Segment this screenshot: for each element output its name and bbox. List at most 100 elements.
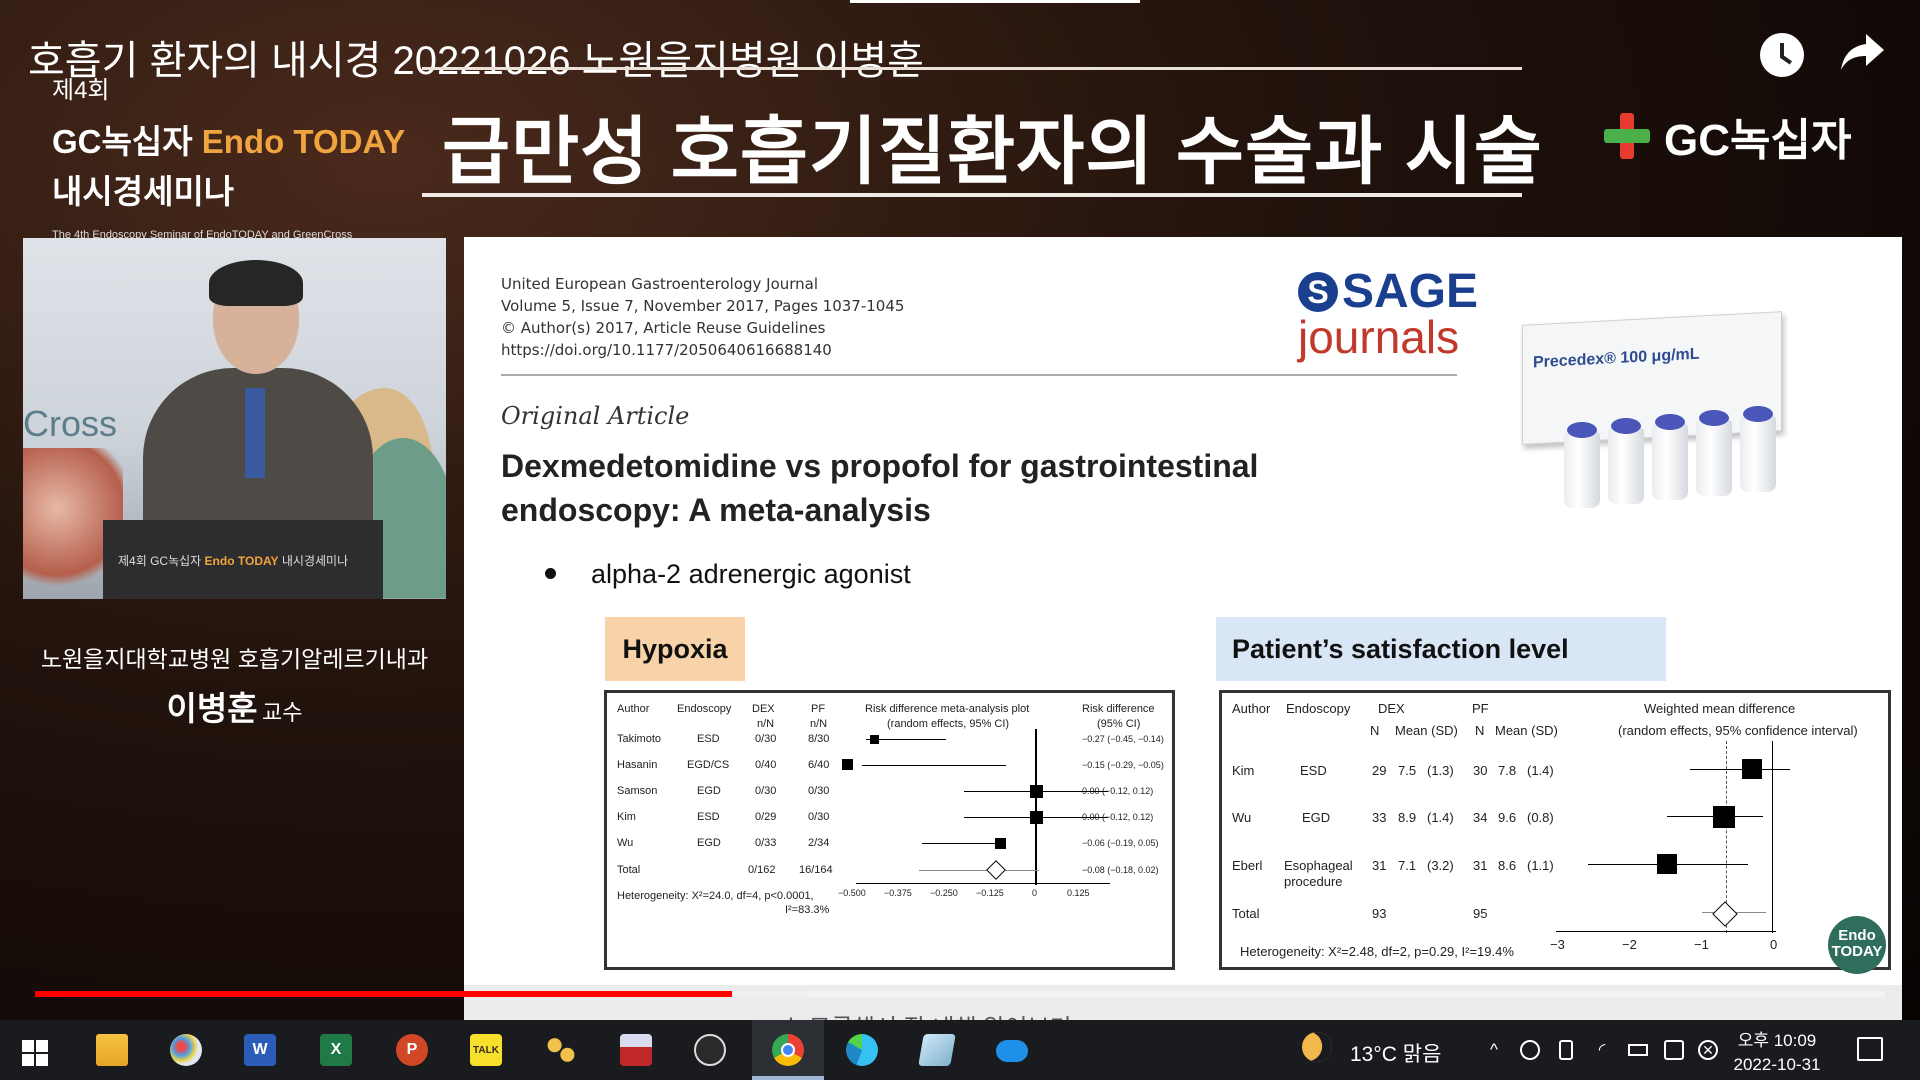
speaker-tie: [245, 388, 265, 478]
hypoxia-forest-plot: Author Endoscopy DEX n/N PF n/N Risk dif…: [604, 690, 1175, 970]
bullet-dot-icon: [545, 568, 556, 579]
point-marker: [870, 735, 879, 744]
battery-icon[interactable]: [1628, 1044, 1648, 1056]
onedrive-cloud-icon[interactable]: [996, 1040, 1028, 1062]
paint-icon[interactable]: [170, 1034, 202, 1066]
obs-icon[interactable]: [694, 1034, 726, 1066]
article-title-line: Dexmedetomidine vs propofol for gastroin…: [501, 448, 1259, 484]
chevron-up-icon[interactable]: ^: [1484, 1040, 1504, 1060]
header-pf-sub: n/N: [810, 718, 828, 730]
ci-line: [1690, 769, 1790, 770]
record-icon[interactable]: [1520, 1040, 1540, 1060]
excel-icon[interactable]: X: [320, 1034, 352, 1066]
total-pf: 16/164: [799, 864, 833, 876]
podium-brand: Endo TODAY: [204, 554, 279, 568]
ci-line: [919, 870, 1039, 871]
banner-rule-bottom: [422, 193, 1522, 197]
zero-line: [1772, 741, 1773, 933]
header-pf: PF: [811, 703, 826, 715]
powerpoint-icon[interactable]: P: [396, 1034, 428, 1066]
badge-line: Endo: [1838, 927, 1876, 944]
row-pf: 0/30: [808, 785, 830, 797]
row-pf-n: 30: [1473, 763, 1488, 778]
seminar-name-prefix: GC녹십자: [52, 123, 202, 160]
axis-tick: 0.125: [1067, 888, 1090, 898]
weather-temp: 13°C: [1350, 1043, 1397, 1066]
weather-text[interactable]: 13°C 맑음: [1350, 1038, 1441, 1068]
sponsor-name: GC녹십자: [1664, 116, 1852, 165]
notification-icon[interactable]: [1857, 1037, 1883, 1061]
header-dex: DEX: [752, 703, 775, 715]
row-dex: 0/30: [755, 733, 777, 745]
vial-image: [1608, 418, 1644, 504]
close-circle-icon[interactable]: ✕: [1698, 1040, 1718, 1060]
row-endoscopy: ESD: [697, 811, 720, 823]
header-rd-sub: (95% CI): [1097, 718, 1141, 730]
row-pf: 2/34: [808, 837, 830, 849]
vial-image: [1652, 414, 1688, 500]
header-rd: Risk difference: [1082, 703, 1155, 715]
row-pf-sd: (1.1): [1527, 858, 1554, 873]
row-author: Hasanin: [617, 759, 658, 771]
row-dex-sd: (3.2): [1427, 858, 1454, 873]
article-title: Dexmedetomidine vs propofol for gastroin…: [501, 444, 1401, 532]
header-plot: Risk difference meta-analysis plot: [865, 703, 1030, 715]
notepad-icon[interactable]: [918, 1034, 956, 1066]
axis-tick: 0: [1770, 937, 1778, 952]
file-explorer-icon[interactable]: [96, 1034, 128, 1066]
played-progress[interactable]: [35, 991, 733, 997]
sponsor-logo: GC녹십자: [1604, 104, 1851, 168]
article-title-line: endoscopy: A meta-analysis: [501, 492, 931, 528]
sage-journals-logo: S SAGE journals: [1298, 268, 1478, 360]
row-pf-mean: 8.6: [1498, 858, 1517, 873]
word-icon[interactable]: W: [244, 1034, 276, 1066]
article-type: Original Article: [501, 402, 690, 430]
heterogeneity: Heterogeneity: X²=2.48, df=2, p=0.29, I²…: [1240, 944, 1514, 959]
row-pf-sd: (1.4): [1527, 763, 1554, 778]
total-pf-n: 95: [1473, 906, 1488, 921]
wifi-icon[interactable]: ◜: [1592, 1040, 1612, 1060]
row-pf: 0/30: [808, 811, 830, 823]
edge-icon[interactable]: [846, 1034, 878, 1066]
row-dex: 0/33: [755, 837, 777, 849]
ci-line: [862, 765, 1006, 766]
chrome-icon[interactable]: [772, 1034, 804, 1066]
people-icon[interactable]: [545, 1034, 577, 1066]
banner-rule-top: [422, 67, 1522, 70]
row-dex-sd: (1.4): [1427, 810, 1454, 825]
row-pf-n: 31: [1473, 858, 1488, 873]
backdrop-text: Cross: [23, 403, 118, 444]
point-marker: [995, 838, 1006, 849]
device-icon[interactable]: [1559, 1040, 1573, 1060]
journal-line: © Author(s) 2017, Article Reuse Guidelin…: [501, 319, 826, 337]
badge-line: TODAY: [1831, 943, 1883, 960]
watch-later-clock-icon[interactable]: [1760, 33, 1804, 77]
video-player[interactable]: 호흡기 환자의 내시경 20221026 노원을지병원 이병훈 제4회 GC녹십…: [0, 0, 1920, 1080]
row-endoscopy: ESD: [697, 733, 720, 745]
podium-suffix: 내시경세미나: [278, 554, 349, 568]
speaker-video: Cross 제4회 GC녹십자 Endo TODAY 내시경세미나: [23, 238, 446, 599]
kakaotalk-icon[interactable]: TALK: [470, 1034, 502, 1066]
ci-line: [922, 843, 996, 844]
row-pf: 6/40: [808, 759, 830, 771]
row-pf-n: 34: [1473, 810, 1488, 825]
clock-time[interactable]: 오후 10:09: [1727, 1026, 1827, 1051]
windows-start-icon[interactable]: [22, 1040, 48, 1066]
row-dex-sd: (1.3): [1427, 763, 1454, 778]
row-author: Eberl: [1232, 858, 1263, 873]
row-rd: −0.27 (−0.45, −0.14): [1082, 734, 1164, 744]
screen-icon[interactable]: [1664, 1040, 1684, 1060]
clock-date[interactable]: 2022-10-31: [1727, 1055, 1827, 1075]
banner-title: 급만성 호흡기질환자의 수술과 시술: [442, 110, 1543, 193]
disk-icon[interactable]: [620, 1034, 652, 1066]
seminar-logo: 제4회 GC녹십자 Endo TODAY 내시경세미나 The 4th Endo…: [52, 70, 405, 241]
seminar-brand: Endo TODAY: [201, 123, 406, 160]
seminar-subtitle: 내시경세미나: [52, 173, 235, 210]
axis-tick: −2: [1622, 937, 1637, 952]
share-arrow-icon[interactable]: [1838, 30, 1888, 74]
speaker-affiliation: 노원을지대학교병원 호흡기알레르기내과: [40, 646, 429, 672]
total-author: Total: [617, 864, 641, 876]
heterogeneity: Heterogeneity: X²=24.0, df=4, p<0.0001,: [617, 890, 814, 902]
top-loading-bar: [850, 0, 1140, 3]
chrome-active-indicator: [752, 1076, 824, 1080]
